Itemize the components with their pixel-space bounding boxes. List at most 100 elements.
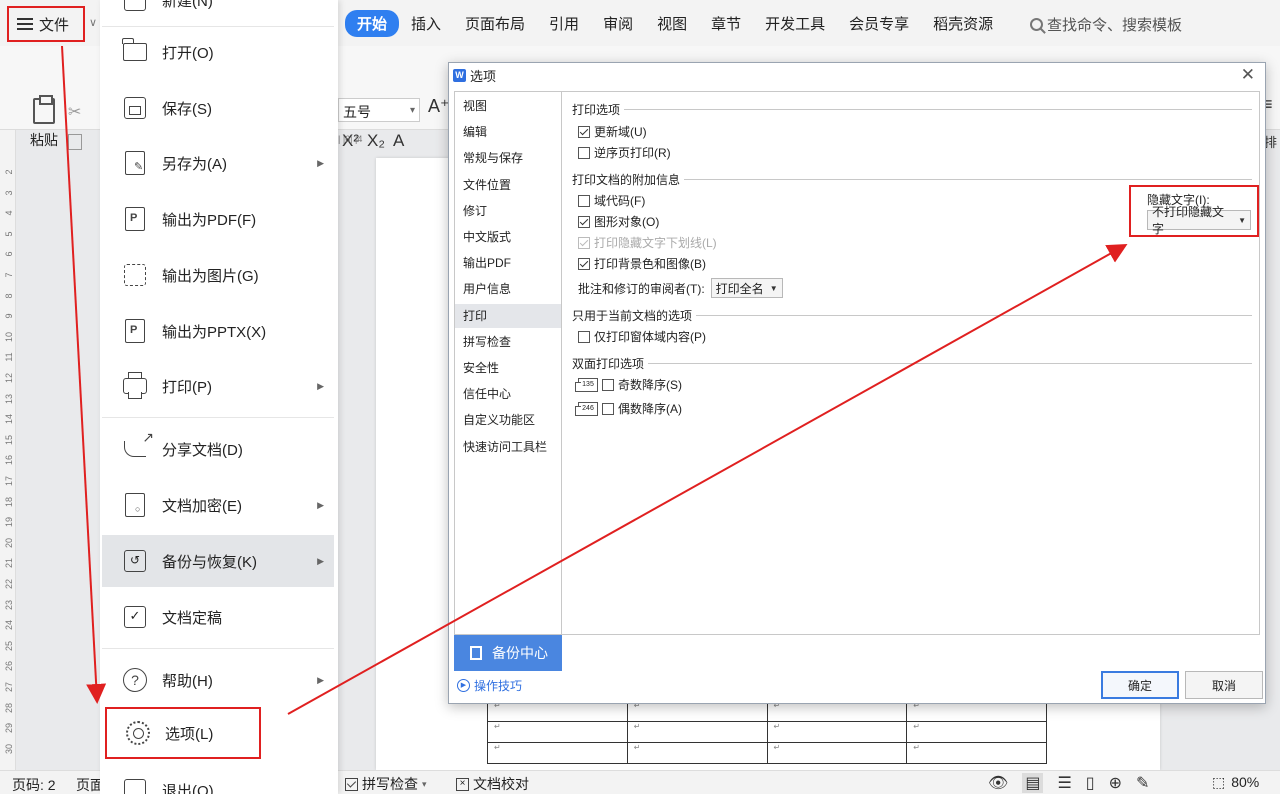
hidden-text-select[interactable]: 不打印隐藏文字▼ bbox=[1147, 210, 1251, 230]
close-icon[interactable]: ✕ bbox=[1241, 65, 1255, 85]
tips-label: 操作技巧 bbox=[474, 677, 522, 694]
wps-writer-icon: W bbox=[453, 69, 466, 82]
menu-item-open[interactable]: 打开(O) bbox=[102, 26, 334, 78]
update-fields-option[interactable]: 更新域(U) bbox=[578, 123, 647, 140]
tab-member[interactable]: 会员专享 bbox=[837, 10, 921, 37]
options-nav-item[interactable]: 快速访问工具栏 bbox=[455, 435, 561, 459]
tab-home[interactable]: 开始 bbox=[345, 10, 399, 37]
options-nav-item[interactable]: 拼写检查 bbox=[455, 330, 561, 354]
menu-item-label: 新建(N) bbox=[162, 0, 213, 11]
checkbox[interactable] bbox=[578, 258, 590, 270]
odd-reverse-option[interactable]: 135奇数降序(S) bbox=[578, 376, 682, 393]
outline-view-icon[interactable]: ☰ bbox=[1057, 773, 1071, 793]
table-cell[interactable]: ↵ bbox=[907, 722, 1047, 743]
menu-item-export-pptx[interactable]: P 输出为PPTX(X) bbox=[102, 305, 334, 357]
options-nav-item[interactable]: 输出PDF bbox=[455, 251, 561, 275]
checkbox[interactable] bbox=[578, 331, 590, 343]
menu-item-encrypt[interactable]: ○ 文档加密(E) ▶ bbox=[102, 479, 334, 531]
options-nav-item[interactable]: 修订 bbox=[455, 199, 561, 223]
read-view-icon[interactable]: ▯ bbox=[1086, 773, 1095, 793]
options-nav-item[interactable]: 打印 bbox=[455, 304, 561, 328]
even-reverse-option[interactable]: 246偶数降序(A) bbox=[578, 400, 682, 417]
table-cell[interactable]: ↵ bbox=[627, 722, 767, 743]
options-nav-item[interactable]: 编辑 bbox=[455, 120, 561, 144]
ruler-number: 27 bbox=[4, 681, 14, 693]
tab-references[interactable]: 引用 bbox=[537, 10, 591, 37]
command-search[interactable]: 查找命令、搜索模板 bbox=[1030, 14, 1182, 35]
form-data-only-option[interactable]: 仅打印窗体域内容(P) bbox=[578, 328, 706, 345]
page-view-icon[interactable]: ▤ bbox=[1022, 773, 1043, 793]
scissors-icon[interactable]: ✂ bbox=[68, 102, 81, 122]
menu-item-save-as[interactable]: ✎ 另存为(A) ▶ bbox=[102, 137, 334, 189]
font-size-select[interactable]: 五号▾ bbox=[338, 98, 420, 122]
ruler-number: 25 bbox=[4, 640, 14, 652]
tab-review[interactable]: 审阅 bbox=[591, 10, 645, 37]
menu-item-exit[interactable]: 退出(Q) bbox=[102, 764, 334, 794]
dialog-title-bar[interactable]: W 选项 ✕ bbox=[449, 63, 1265, 87]
menu-item-export-pdf[interactable]: P 输出为PDF(F) bbox=[102, 193, 334, 245]
tab-docer[interactable]: 稻壳资源 bbox=[921, 10, 1005, 37]
tab-developer[interactable]: 开发工具 bbox=[753, 10, 837, 37]
file-menu-button[interactable]: 文件 bbox=[7, 6, 85, 42]
eye-icon[interactable]: 👁 bbox=[988, 773, 1008, 793]
reviewer-select[interactable]: 打印全名▼ bbox=[711, 278, 783, 298]
table-cell[interactable]: ↵ bbox=[767, 743, 907, 764]
pen-icon[interactable]: ✎ bbox=[1136, 773, 1149, 793]
menu-item-options[interactable]: 选项(L) bbox=[105, 707, 261, 759]
table-cell[interactable]: ↵ bbox=[488, 722, 628, 743]
cancel-button[interactable]: 取消 bbox=[1185, 671, 1263, 699]
tips-link[interactable]: ▶ 操作技巧 bbox=[457, 677, 522, 694]
checkbox[interactable] bbox=[578, 195, 590, 207]
menu-item-export-image[interactable]: 输出为图片(G) bbox=[102, 249, 334, 301]
table-cell[interactable]: ↵ bbox=[907, 743, 1047, 764]
background-option[interactable]: 打印背景色和图像(B) bbox=[578, 255, 706, 272]
tab-chapter[interactable]: 章节 bbox=[699, 10, 753, 37]
page-indicator[interactable]: 页码: 2 bbox=[12, 775, 56, 794]
web-view-icon[interactable]: ⊕ bbox=[1109, 773, 1122, 793]
menu-item-backup-restore[interactable]: ↺ 备份与恢复(K) ▶ bbox=[102, 535, 334, 587]
table-cell[interactable]: ↵ bbox=[488, 743, 628, 764]
ruler-number: 8 bbox=[4, 290, 14, 302]
checkbox[interactable] bbox=[602, 403, 614, 415]
table-cell[interactable]: ↵ bbox=[767, 722, 907, 743]
backup-center-button[interactable]: 备份中心 bbox=[454, 635, 562, 671]
spell-check-button[interactable]: 拼写检查 ▾ bbox=[345, 774, 427, 794]
options-nav-item[interactable]: 自定义功能区 bbox=[455, 408, 561, 432]
tab-view[interactable]: 视图 bbox=[645, 10, 699, 37]
checkbox[interactable] bbox=[578, 147, 590, 159]
chevron-down-icon[interactable]: ∨ bbox=[89, 16, 97, 29]
drawing-objects-option[interactable]: 图形对象(O) bbox=[578, 213, 659, 230]
fit-icon[interactable]: ⬚ bbox=[1212, 774, 1225, 791]
reverse-print-option[interactable]: 逆序页打印(R) bbox=[578, 144, 671, 161]
proofread-button[interactable]: × 文档校对 bbox=[456, 774, 529, 794]
document-table[interactable]: ↵↵↵↵ ↵↵↵↵ ↵↵↵↵ bbox=[487, 700, 1047, 764]
ruler-number: 9 bbox=[4, 310, 14, 322]
options-nav-item[interactable]: 常规与保存 bbox=[455, 146, 561, 170]
options-nav-item[interactable]: 中文版式 bbox=[455, 225, 561, 249]
tab-insert[interactable]: 插入 bbox=[399, 10, 453, 37]
menu-item-save[interactable]: 保存(S) bbox=[102, 82, 334, 134]
menu-item-new[interactable]: 新建(N) bbox=[102, 0, 334, 26]
options-nav-item[interactable]: 信任中心 bbox=[455, 382, 561, 406]
grow-font-icon[interactable]: A⁺ bbox=[428, 96, 450, 117]
options-nav-item[interactable]: 安全性 bbox=[455, 356, 561, 380]
checkbox[interactable] bbox=[578, 216, 590, 228]
zoom-control[interactable]: ⬚ 80% bbox=[1212, 774, 1259, 791]
checkbox[interactable] bbox=[602, 379, 614, 391]
checkbox[interactable] bbox=[578, 126, 590, 138]
table-cell[interactable]: ↵ bbox=[627, 743, 767, 764]
menu-item-print[interactable]: 打印(P) ▶ bbox=[102, 360, 334, 412]
menu-item-help[interactable]: ? 帮助(H) ▶ bbox=[102, 654, 334, 706]
options-nav-item[interactable]: 视图 bbox=[455, 94, 561, 118]
paste-button[interactable]: 粘贴 bbox=[14, 98, 74, 150]
ok-button[interactable]: 确定 bbox=[1101, 671, 1179, 699]
options-nav-item[interactable]: 用户信息 bbox=[455, 277, 561, 301]
menu-item-finalize[interactable]: ✓ 文档定稿 bbox=[102, 591, 334, 643]
tab-page-layout[interactable]: 页面布局 bbox=[453, 10, 537, 37]
copy-icon[interactable] bbox=[68, 134, 82, 150]
field-codes-option[interactable]: 域代码(F) bbox=[578, 192, 645, 209]
options-nav-item[interactable]: 文件位置 bbox=[455, 173, 561, 197]
menu-item-share[interactable]: 分享文档(D) bbox=[102, 423, 334, 475]
file-menu-label: 文件 bbox=[39, 14, 69, 35]
help-icon: ? bbox=[122, 667, 148, 693]
